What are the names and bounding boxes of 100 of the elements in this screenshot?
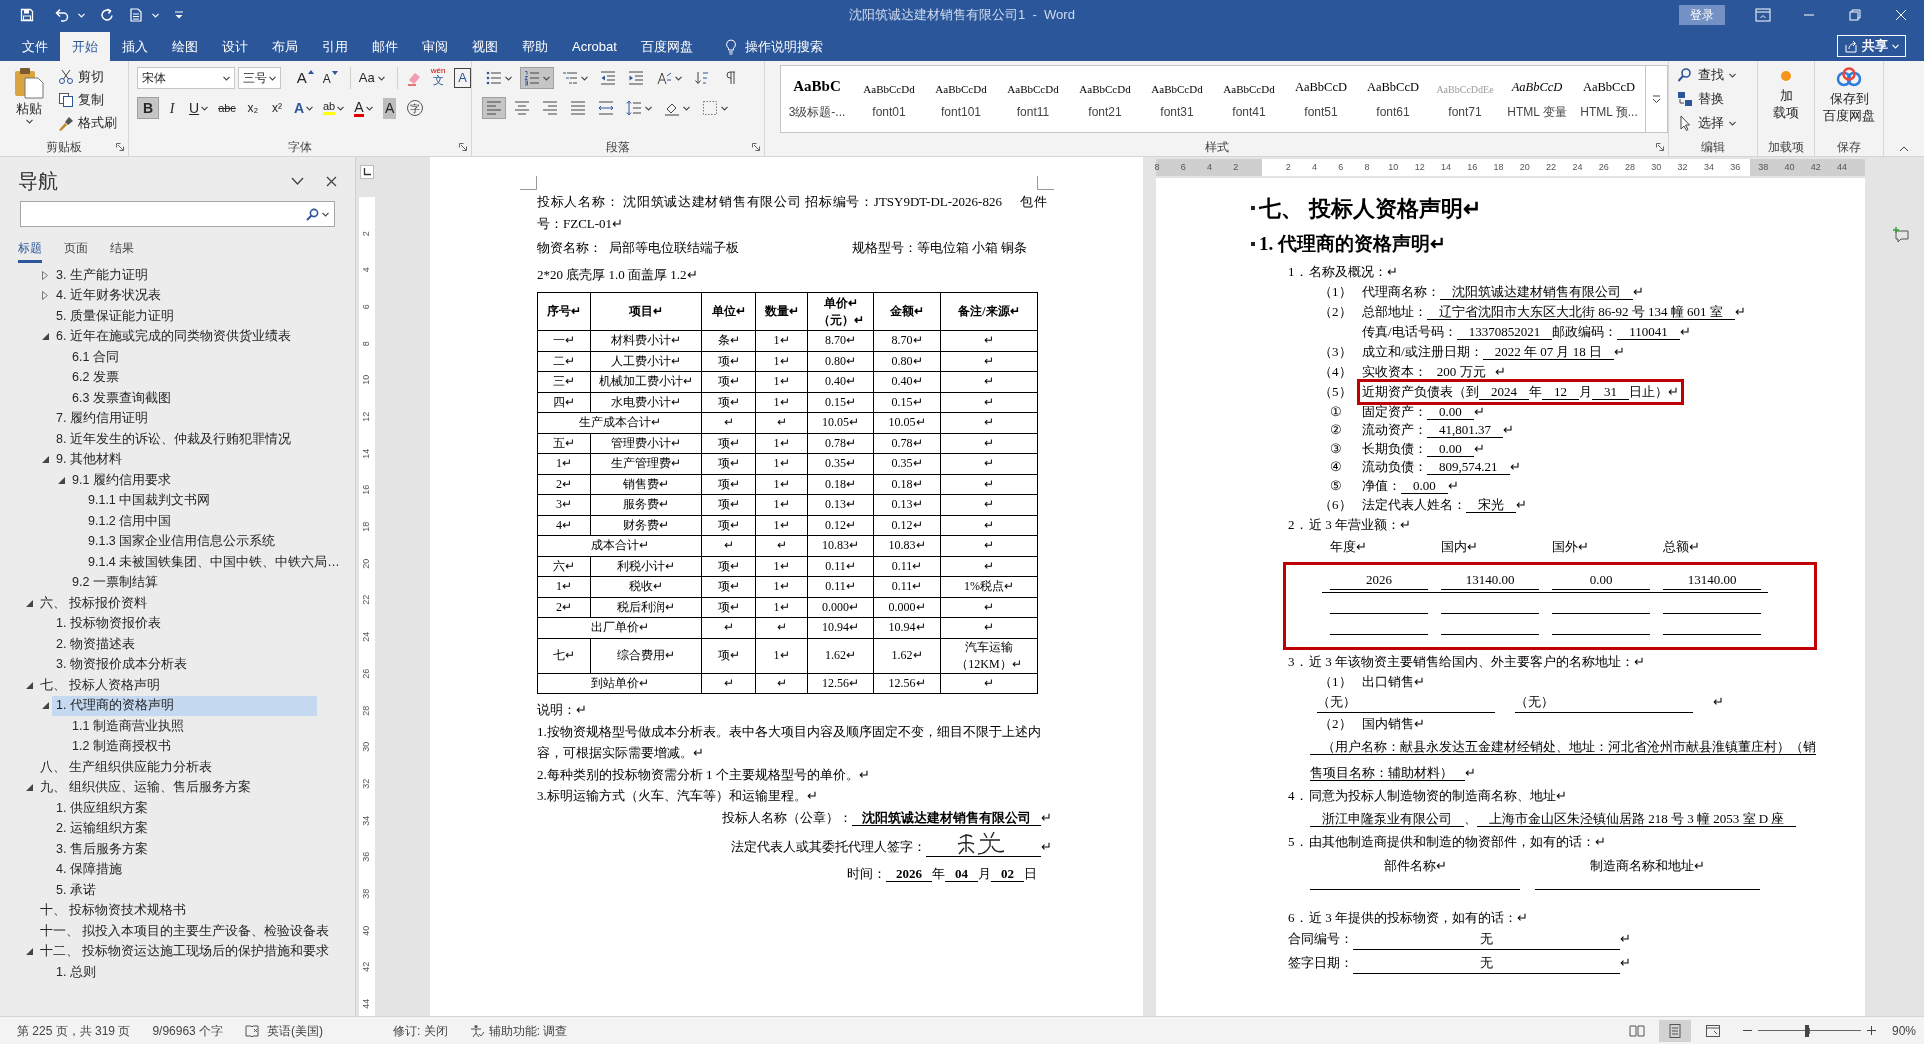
collapsed-triangle-icon[interactable] <box>42 291 48 301</box>
plus-icon[interactable] <box>1866 1026 1876 1035</box>
style-option[interactable]: AaBbCcDdEe font71 <box>1429 66 1501 132</box>
caret-icon[interactable] <box>543 75 550 81</box>
nav-item[interactable]: 1.2 制造商授权书 <box>68 736 317 757</box>
nav-item[interactable]: 1. 总则 <box>52 962 317 983</box>
nav-item[interactable]: 9.2 一票制结算 <box>68 572 317 593</box>
pane-tab[interactable]: 结果 <box>110 239 134 263</box>
cut-button[interactable]: 剪切 <box>58 67 117 87</box>
expanded-triangle-icon[interactable] <box>25 599 33 607</box>
style-option[interactable]: AaBbCcD HTML 变量 <box>1501 66 1573 132</box>
nav-item[interactable]: 3. 物资报价成本分析表 <box>52 654 317 675</box>
numbered-list-button[interactable] <box>520 67 554 89</box>
pane-tab[interactable]: 页面 <box>64 239 88 263</box>
collapsed-triangle-icon[interactable] <box>42 270 48 280</box>
caret-icon[interactable] <box>675 75 682 81</box>
menu-tab[interactable]: 百度网盘 <box>628 32 705 61</box>
nav-item[interactable]: 3. 售后服务方案 <box>52 839 317 860</box>
nav-item[interactable]: 9. 其他材料 <box>52 449 317 470</box>
style-option[interactable]: AaBbCcDd font01 <box>853 66 925 132</box>
caret-icon[interactable] <box>505 75 512 81</box>
print-layout-button[interactable] <box>1658 1019 1691 1042</box>
expanded-triangle-icon[interactable] <box>41 456 49 464</box>
expanded-triangle-icon[interactable] <box>57 476 65 484</box>
nav-item[interactable]: 七、 投标人资格声明 <box>36 675 317 696</box>
nav-item[interactable]: 9.1.3 国家企业信用信息公示系统 <box>84 531 317 552</box>
nav-item[interactable]: 1. 代理商的资格声明 <box>52 695 317 716</box>
add-ins-button[interactable]: 加 载项 <box>1773 69 1799 138</box>
close-icon[interactable] <box>326 175 337 187</box>
new-comment-icon[interactable] <box>1893 227 1909 243</box>
nav-item[interactable]: 1. 投标物资报价表 <box>52 613 317 634</box>
language-status[interactable]: 英语(美国) <box>267 1021 324 1040</box>
menu-tab[interactable]: 布局 <box>260 32 310 61</box>
character-border-button[interactable]: A <box>454 68 471 88</box>
nav-item[interactable]: 1. 供应组织方案 <box>52 798 317 819</box>
search-field[interactable] <box>20 201 335 227</box>
caret-icon[interactable] <box>377 75 385 81</box>
expanded-triangle-icon[interactable] <box>41 333 49 341</box>
word-count[interactable]: 9/96963 个字 <box>152 1021 224 1040</box>
caret-icon[interactable] <box>1729 120 1736 126</box>
style-option[interactable]: AaBbCcDd font41 <box>1213 66 1285 132</box>
nav-item[interactable]: 3. 生产能力证明 <box>52 265 317 286</box>
zoom-slider[interactable] <box>1757 1024 1861 1037</box>
caret-icon[interactable] <box>337 105 345 111</box>
customize-icon[interactable] <box>174 11 184 19</box>
save-icon[interactable] <box>20 8 34 22</box>
nav-item[interactable]: 9.1.2 信用中国 <box>84 511 317 532</box>
caret-icon[interactable] <box>322 211 329 217</box>
nav-item[interactable]: 6. 近年在施或完成的同类物资供货业绩表 <box>52 326 317 347</box>
nav-item[interactable]: 十二、 投标物资运达施工现场后的保护措施和要求 <box>36 941 330 962</box>
chevron-down-icon[interactable] <box>291 177 304 185</box>
subscript-button[interactable]: x₂ <box>241 97 264 119</box>
save-to-cloud-button[interactable]: 保存到 百度网盘 <box>1823 67 1875 138</box>
effects-button[interactable]: A <box>289 97 317 119</box>
style-option[interactable]: AaBbC 3级标题-... <box>781 66 853 132</box>
nav-item[interactable]: 八、 生产组织供应能力分析表 <box>36 757 317 778</box>
style-option[interactable]: AaBbCcD font51 <box>1285 66 1357 132</box>
caret-icon[interactable] <box>1729 72 1736 78</box>
menu-tab[interactable]: 绘图 <box>160 32 210 61</box>
ribbon-display-icon[interactable] <box>1755 8 1771 22</box>
expanded-triangle-icon[interactable] <box>25 948 33 956</box>
caret-icon[interactable] <box>222 75 230 81</box>
copy-button[interactable]: 复制 <box>58 90 117 110</box>
nav-item[interactable]: 9.1.1 中国裁判文书网 <box>84 490 317 511</box>
accessibility-status[interactable]: 辅助功能: 调查 <box>488 1021 568 1040</box>
nav-item[interactable]: 九、 组织供应、运输、售后服务方案 <box>36 777 317 798</box>
select-button[interactable]: 选择 <box>1677 113 1757 133</box>
nav-item[interactable]: 6.3 发票查询截图 <box>68 388 317 409</box>
menu-tab[interactable]: 引用 <box>310 32 360 61</box>
change-case-button[interactable]: Aa <box>349 67 388 89</box>
nav-item[interactable]: 4. 保障措施 <box>52 859 317 880</box>
nav-item[interactable]: 6.1 合同 <box>68 347 317 368</box>
nav-item[interactable]: 十一、 拟投入本项目的主要生产设备、检验设备表 <box>36 921 330 942</box>
dialog-launcher-icon[interactable] <box>752 143 760 151</box>
nav-item[interactable]: 1.1 制造商营业执照 <box>68 716 317 737</box>
style-option[interactable]: AaBbCcDd font21 <box>1069 66 1141 132</box>
page-count[interactable]: 第 225 页，共 319 页 <box>17 1021 131 1040</box>
restore-icon[interactable] <box>1849 9 1861 21</box>
menu-tab[interactable]: 邮件 <box>360 32 410 61</box>
enclose-button[interactable]: 字 <box>402 97 427 119</box>
menu-tab[interactable]: 文件 <box>10 32 60 61</box>
accessibility-icon[interactable] <box>469 1023 485 1038</box>
nav-item[interactable]: 5. 质量保证能力证明 <box>52 306 317 327</box>
nav-item[interactable]: 7. 履约信用证明 <box>52 408 317 429</box>
bold-button[interactable]: B <box>137 97 159 119</box>
caret-icon[interactable] <box>268 75 276 81</box>
tab-selector-button[interactable] <box>360 165 374 179</box>
menu-tab[interactable]: 设计 <box>210 32 260 61</box>
dialog-launcher-icon[interactable] <box>1656 143 1664 151</box>
paste-button[interactable]: 粘贴 <box>8 67 50 138</box>
style-option[interactable]: AaBbCcDd font11 <box>997 66 1069 132</box>
caret-icon[interactable] <box>365 105 373 111</box>
phonetic-guide-button[interactable]: wén 文 <box>427 67 449 89</box>
dialog-launcher-icon[interactable] <box>459 143 467 151</box>
caret-icon[interactable] <box>683 105 690 111</box>
shrink-font-button[interactable]: A <box>319 67 341 89</box>
menu-tab[interactable]: 帮助 <box>510 32 560 61</box>
caret-icon[interactable] <box>721 105 728 111</box>
nav-item[interactable]: 9.1.4 未被国铁集团、中国中铁、中铁六局… <box>84 552 340 573</box>
font-size-field[interactable]: 三号 <box>237 67 281 89</box>
